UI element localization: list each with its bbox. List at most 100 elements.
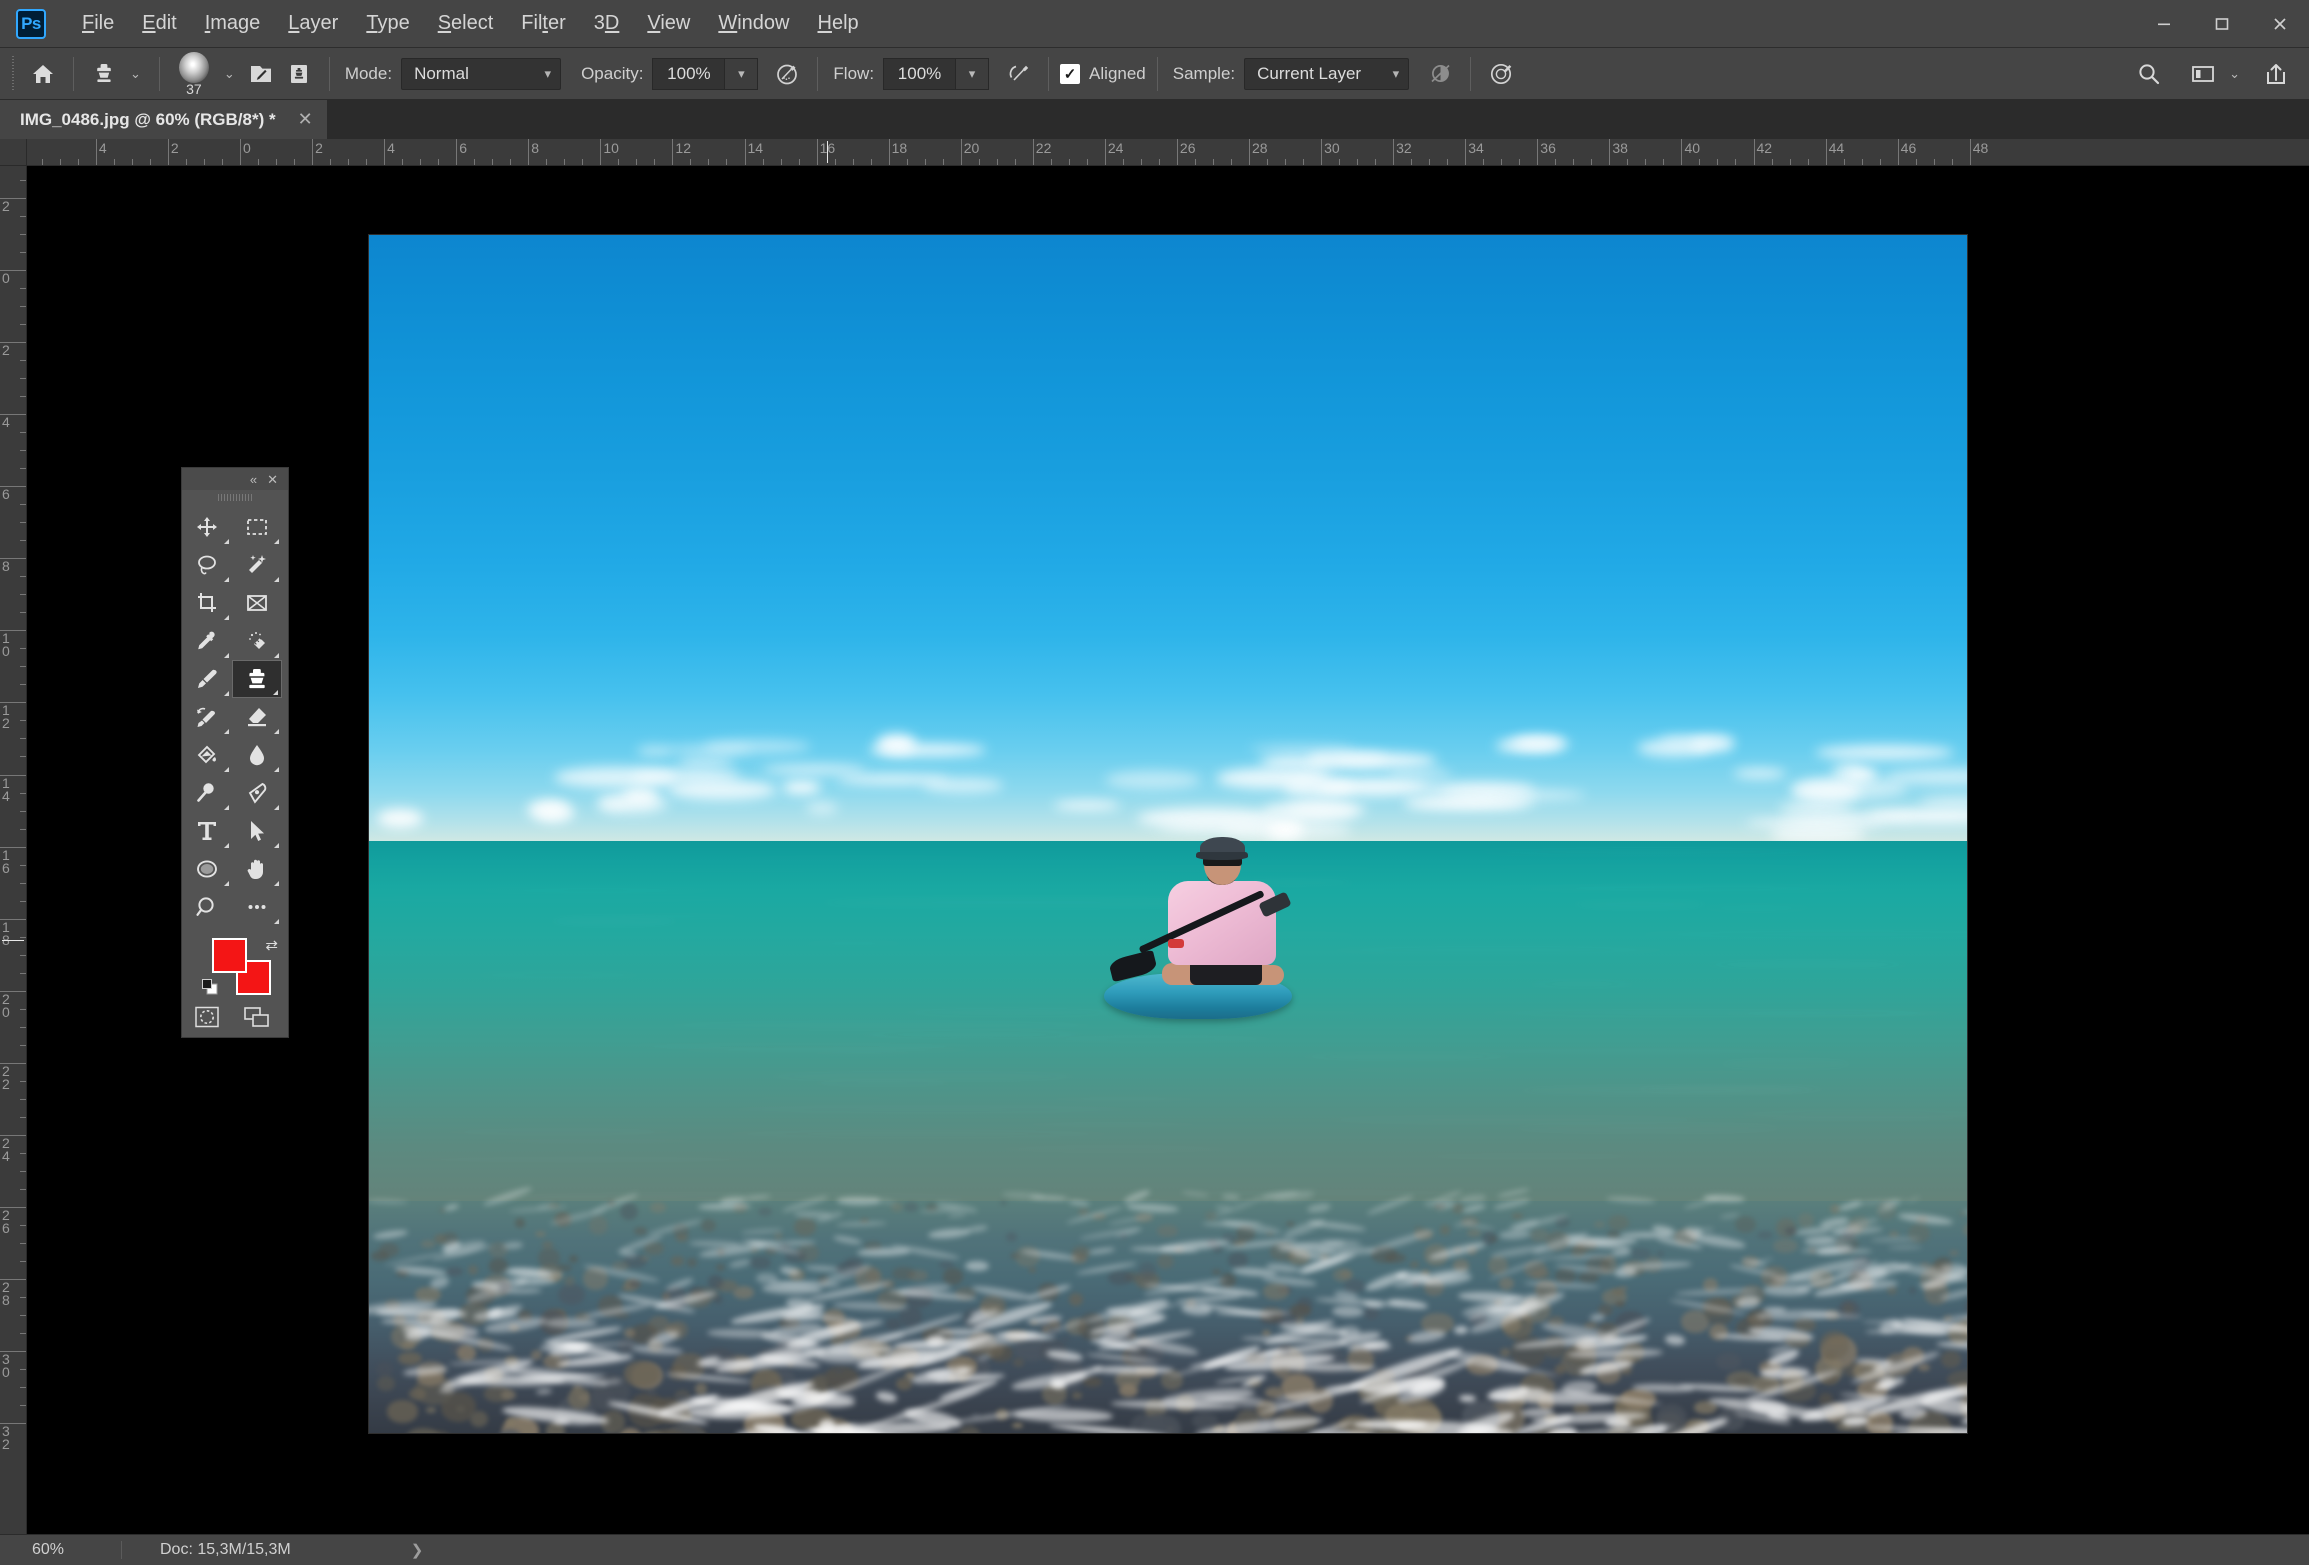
- minimize-button[interactable]: [2135, 0, 2193, 47]
- rectangular-marquee-tool[interactable]: [232, 508, 282, 546]
- zoom-tool[interactable]: [182, 888, 232, 926]
- paddler-subject: [1104, 835, 1354, 1025]
- eyedropper-tool[interactable]: [182, 622, 232, 660]
- menu-item-type[interactable]: Type: [352, 8, 423, 39]
- ruler-corner[interactable]: [0, 139, 27, 166]
- pebble: [456, 1345, 477, 1361]
- canvas-scroll-area[interactable]: [27, 166, 2309, 1534]
- dodge-tool[interactable]: [182, 774, 232, 812]
- options-bar-grip[interactable]: [8, 55, 18, 92]
- status-zoom-level[interactable]: 60%: [22, 1541, 122, 1559]
- clone-stamp-icon[interactable]: [85, 55, 123, 93]
- home-icon[interactable]: [24, 55, 62, 93]
- workspace-switcher-icon[interactable]: [2184, 55, 2222, 93]
- collapse-icon[interactable]: «: [245, 473, 262, 486]
- menu-item-select[interactable]: Select: [424, 8, 508, 39]
- flyout-corner-icon: [273, 690, 278, 695]
- clone-source-panel-icon[interactable]: [280, 55, 318, 93]
- quick-mask-mode-button[interactable]: [182, 1002, 232, 1032]
- opacity-input[interactable]: 100%: [652, 57, 725, 90]
- menu-item-3d[interactable]: 3D: [580, 8, 634, 39]
- ignore-adjustment-layers-icon[interactable]: [1421, 55, 1459, 93]
- blend-mode-select[interactable]: Normal ▾: [401, 57, 562, 90]
- flow-stepper[interactable]: ▾: [955, 57, 990, 90]
- spot-healing-brush-tool[interactable]: [232, 622, 282, 660]
- ruler-tick: [20, 504, 26, 506]
- move-tool[interactable]: [182, 508, 232, 546]
- pressure-size-icon[interactable]: [1482, 55, 1520, 93]
- chevron-down-icon: ▾: [968, 65, 976, 81]
- sample-value: Current Layer: [1257, 63, 1362, 83]
- ruler-tick: [1843, 159, 1845, 165]
- share-icon[interactable]: [2257, 55, 2295, 93]
- close-button[interactable]: [2251, 0, 2309, 47]
- menu-item-file[interactable]: File: [68, 8, 128, 39]
- ruler-label: 2: [315, 140, 323, 156]
- document-tab-close-icon[interactable]: ✕: [298, 109, 313, 130]
- workspace-chevron-icon[interactable]: ⌄: [2222, 66, 2247, 82]
- edit-toolbar-tool[interactable]: [232, 888, 282, 926]
- menu-item-edit[interactable]: Edit: [128, 8, 190, 39]
- menu-item-filter[interactable]: Filter: [507, 8, 579, 39]
- ruler-tick: [1555, 159, 1557, 165]
- sea-ripple: [1454, 934, 1568, 936]
- swap-colors-icon[interactable]: ⇄: [265, 936, 278, 954]
- ruler-tick: [654, 159, 656, 165]
- crop-tool[interactable]: [182, 584, 232, 622]
- screen-mode-button[interactable]: [232, 1002, 282, 1032]
- object-selection-tool[interactable]: [232, 546, 282, 584]
- maximize-button[interactable]: [2193, 0, 2251, 47]
- menu-item-image[interactable]: Image: [191, 8, 275, 39]
- aligned-checkbox[interactable]: ✓ Aligned: [1060, 63, 1146, 84]
- brush-preset-chevron-icon[interactable]: ⌄: [217, 66, 242, 82]
- airbrush-icon[interactable]: [999, 55, 1037, 93]
- status-expand-icon[interactable]: ❯: [291, 1541, 424, 1559]
- sample-select[interactable]: Current Layer ▾: [1244, 57, 1410, 90]
- menu-item-view[interactable]: View: [633, 8, 704, 39]
- tools-panel-header[interactable]: « ✕: [182, 468, 288, 490]
- clone-stamp-tool[interactable]: [232, 660, 282, 698]
- ruler-tick: [41, 159, 43, 165]
- pebble: [892, 1266, 915, 1280]
- ruler-tick: [20, 756, 26, 758]
- ruler-tick: [20, 1405, 26, 1407]
- lasso-tool[interactable]: [182, 546, 232, 584]
- pebble: [1735, 1377, 1751, 1385]
- menu-item-window[interactable]: Window: [704, 8, 803, 39]
- tools-panel-grip[interactable]: [182, 490, 288, 504]
- eraser-tool[interactable]: [232, 698, 282, 736]
- history-brush-tool[interactable]: [182, 698, 232, 736]
- document-canvas[interactable]: [368, 234, 1968, 1434]
- brush-settings-panel-icon[interactable]: [242, 55, 280, 93]
- path-selection-tool[interactable]: [232, 812, 282, 850]
- ruler-tick: [1879, 159, 1881, 165]
- ellipse-tool[interactable]: [182, 850, 232, 888]
- gradient-tool[interactable]: [182, 736, 232, 774]
- horizontal-type-tool[interactable]: [182, 812, 232, 850]
- frame-tool[interactable]: [232, 584, 282, 622]
- brush-preset-preview[interactable]: 37: [171, 51, 217, 97]
- horizontal-ruler[interactable]: 4202468101214161820222426283032343638404…: [27, 139, 2309, 166]
- blur-tool[interactable]: [232, 736, 282, 774]
- ruler-tick: [996, 159, 998, 165]
- search-icon[interactable]: [2130, 55, 2168, 93]
- default-colors-icon[interactable]: [202, 979, 220, 997]
- pen-tool[interactable]: [232, 774, 282, 812]
- opacity-stepper[interactable]: ▾: [724, 57, 759, 90]
- pebble: [649, 1201, 667, 1213]
- document-tab[interactable]: IMG_0486.jpg @ 60% (RGB/8*) * ✕: [0, 100, 328, 139]
- ruler-tick: [20, 215, 26, 217]
- hand-tool[interactable]: [232, 850, 282, 888]
- foreground-color-swatch[interactable]: [212, 938, 247, 973]
- menu-items: File Edit Image Layer Type Select Filter 3D View…: [68, 8, 873, 39]
- close-icon[interactable]: ✕: [262, 473, 283, 486]
- ruler-label: 12: [675, 140, 691, 156]
- status-doc-info[interactable]: Doc: 15,3M/15,3M: [122, 1541, 291, 1559]
- flow-input[interactable]: 100%: [883, 57, 956, 90]
- pressure-opacity-icon[interactable]: [768, 55, 806, 93]
- menu-item-layer[interactable]: Layer: [274, 8, 352, 39]
- brush-tool[interactable]: [182, 660, 232, 698]
- menu-item-help[interactable]: Help: [804, 8, 873, 39]
- vertical-ruler[interactable]: 2 0 2 4 6 8 10 12 14 16 18 20 22 24 26 28 30 32: [0, 166, 27, 1534]
- tool-preset-chevron-icon[interactable]: ⌄: [123, 66, 148, 82]
